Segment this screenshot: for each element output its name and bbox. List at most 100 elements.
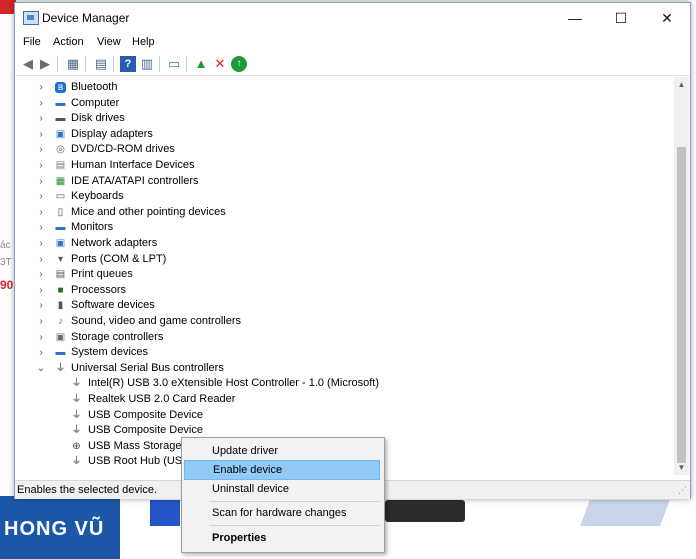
chevron-right-icon[interactable]: › bbox=[36, 330, 46, 345]
back-icon[interactable]: ◀ bbox=[20, 56, 36, 72]
menu-update-driver[interactable]: Update driver bbox=[184, 441, 380, 461]
chevron-right-icon[interactable]: › bbox=[36, 96, 46, 111]
background-text: 3T bbox=[0, 257, 12, 268]
chevron-right-icon[interactable]: › bbox=[36, 158, 46, 173]
display-icon: ▣ bbox=[55, 128, 66, 140]
maximize-button[interactable]: ☐ bbox=[598, 3, 644, 33]
scroll-down-arrow[interactable]: ▼ bbox=[674, 460, 689, 475]
chevron-down-icon[interactable]: ⌄ bbox=[36, 361, 46, 376]
chevron-right-icon[interactable]: › bbox=[36, 252, 46, 267]
chevron-right-icon[interactable]: › bbox=[36, 283, 46, 298]
usb-icon: ⏚ bbox=[71, 394, 82, 405]
chevron-right-icon[interactable]: › bbox=[36, 174, 46, 189]
tree-category[interactable]: › ▯ Mice and other pointing devices bbox=[17, 205, 667, 220]
tree-category[interactable]: › ▬ Monitors bbox=[17, 220, 667, 235]
tree-category-label: Computer bbox=[71, 96, 120, 109]
tree-category[interactable]: › ◎ DVD/CD-ROM drives bbox=[17, 142, 667, 157]
resize-grip-icon[interactable]: ⋰ bbox=[678, 485, 687, 496]
menu-bar: File Action View Help bbox=[15, 33, 690, 53]
chevron-right-icon[interactable]: › bbox=[36, 142, 46, 157]
usb-icon: ⏚ bbox=[55, 362, 66, 374]
tree-category-label: System devices bbox=[71, 346, 149, 359]
tree-category[interactable]: ⌄ ⏚ Universal Serial Bus controllers bbox=[17, 361, 667, 376]
tree-category[interactable]: › ▬ Computer bbox=[17, 96, 667, 111]
chevron-right-icon[interactable]: › bbox=[36, 345, 46, 360]
disabled-usb-icon: ⊕ bbox=[72, 440, 81, 452]
chevron-right-icon[interactable]: › bbox=[36, 220, 46, 235]
chevron-right-icon[interactable]: › bbox=[36, 205, 46, 220]
tree-category[interactable]: › ▬ System devices bbox=[17, 345, 667, 360]
chevron-right-icon[interactable]: › bbox=[36, 298, 46, 313]
tree-device[interactable]: ⏚ USB Composite Device bbox=[17, 423, 667, 438]
chevron-right-icon[interactable]: › bbox=[36, 111, 46, 126]
tree-category[interactable]: › ʙ Bluetooth bbox=[17, 80, 667, 95]
chevron-right-icon[interactable]: › bbox=[36, 236, 46, 251]
title-bar[interactable]: Device Manager — ☐ ✕ bbox=[15, 3, 690, 33]
close-button[interactable]: ✕ bbox=[644, 3, 690, 33]
tree-category[interactable]: › ▣ Display adapters bbox=[17, 127, 667, 142]
menu-action[interactable]: Action bbox=[53, 36, 84, 48]
ide-icon: ▦ bbox=[55, 175, 66, 187]
menu-enable-device[interactable]: Enable device bbox=[184, 460, 380, 480]
tree-category-label: Print queues bbox=[71, 268, 133, 281]
vertical-scrollbar[interactable]: ▲ ▼ bbox=[674, 77, 689, 475]
toolbar-separator bbox=[85, 56, 86, 72]
device-manager-icon bbox=[23, 11, 39, 25]
storage-icon: ▣ bbox=[55, 331, 66, 343]
device-tree[interactable]: › ʙ Bluetooth › ▬ Computer › ▬ Disk drives › ▣ Disp… bbox=[17, 77, 672, 475]
forward-icon[interactable]: ▶ bbox=[37, 56, 53, 72]
properties-icon[interactable]: ▦ bbox=[65, 56, 81, 72]
tree-category[interactable]: › ■ Processors bbox=[17, 283, 667, 298]
toolbar: ◀ ▶ ▦ ▤ ? ▥ ▭ ▲ ✕ ↑ bbox=[15, 53, 690, 76]
tree-category[interactable]: › ♪ Sound, video and game controllers bbox=[17, 314, 667, 329]
update-driver-icon[interactable]: ▲ bbox=[193, 56, 209, 72]
tree-category-label: Sound, video and game controllers bbox=[71, 315, 241, 327]
enable-icon[interactable]: ↑ bbox=[231, 56, 247, 72]
tree-category[interactable]: › ▣ Storage controllers bbox=[17, 330, 667, 345]
tree-device[interactable]: ⏚ Intel(R) USB 3.0 eXtensible Host Contro… bbox=[17, 376, 667, 391]
chevron-right-icon[interactable]: › bbox=[36, 267, 46, 282]
tree-category[interactable]: › ▮ Software devices bbox=[17, 298, 667, 313]
menu-file[interactable]: File bbox=[23, 36, 41, 48]
show-hide-icon[interactable]: ▤ bbox=[93, 56, 109, 72]
tree-category-label: Display adapters bbox=[71, 127, 153, 140]
tree-category-label: Monitors bbox=[71, 221, 114, 234]
software-icon: ▮ bbox=[57, 300, 64, 312]
view-icon[interactable]: ▥ bbox=[139, 56, 155, 72]
keyboard-icon: ▭ bbox=[55, 191, 66, 203]
usb-icon: ⏚ bbox=[71, 378, 82, 390]
minimize-button[interactable]: — bbox=[552, 3, 598, 33]
menu-help[interactable]: Help bbox=[132, 36, 155, 48]
help-icon[interactable]: ? bbox=[120, 56, 136, 72]
tree-device[interactable]: ⏚ USB Composite Device bbox=[17, 408, 667, 423]
port-icon: ▾ bbox=[57, 253, 64, 265]
tree-category[interactable]: › ▣ Network adapters bbox=[17, 236, 667, 251]
scroll-up-arrow[interactable]: ▲ bbox=[674, 77, 689, 92]
tree-category[interactable]: › ▤ Print queues bbox=[17, 267, 667, 282]
tree-category[interactable]: › ▤ Human Interface Devices bbox=[17, 158, 667, 173]
monitor-icon[interactable]: ▭ bbox=[166, 56, 182, 72]
hid-icon: ▤ bbox=[55, 160, 66, 171]
chevron-right-icon[interactable]: › bbox=[36, 314, 46, 329]
tree-category[interactable]: › ▦ IDE ATA/ATAPI controllers bbox=[17, 174, 667, 189]
tree-category-label: Ports (COM & LPT) bbox=[71, 252, 167, 265]
chevron-right-icon[interactable]: › bbox=[36, 80, 46, 95]
tree-device[interactable]: ⏚ Realtek USB 2.0 Card Reader bbox=[17, 392, 667, 407]
tree-category[interactable]: › ▾ Ports (COM & LPT) bbox=[17, 252, 667, 267]
toolbar-separator bbox=[57, 56, 58, 72]
menu-scan-hardware[interactable]: Scan for hardware changes bbox=[184, 503, 380, 523]
uninstall-icon[interactable]: ✕ bbox=[212, 56, 228, 72]
menu-uninstall-device[interactable]: Uninstall device bbox=[184, 479, 380, 499]
menu-properties[interactable]: Properties bbox=[184, 528, 380, 548]
chevron-right-icon[interactable]: › bbox=[36, 189, 46, 204]
menu-view[interactable]: View bbox=[97, 36, 121, 48]
background-text: ác bbox=[0, 240, 11, 251]
usb-icon: ⏚ bbox=[71, 409, 82, 421]
scrollbar-thumb[interactable] bbox=[677, 147, 686, 463]
tree-category[interactable]: › ▭ Keyboards bbox=[17, 189, 667, 204]
tree-category[interactable]: › ▬ Disk drives bbox=[17, 111, 667, 126]
background-device-image bbox=[385, 500, 465, 522]
tree-category-label: Processors bbox=[71, 283, 127, 296]
bluetooth-icon: ʙ bbox=[55, 82, 66, 93]
chevron-right-icon[interactable]: › bbox=[36, 127, 46, 142]
